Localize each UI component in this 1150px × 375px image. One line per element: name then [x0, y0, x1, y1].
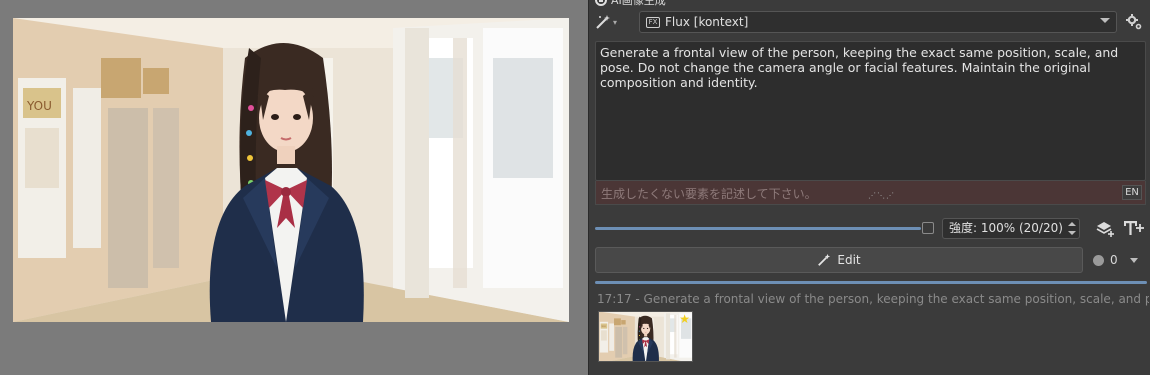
prompt-text: Generate a frontal view of the person, k…	[600, 45, 1119, 90]
add-layer-button[interactable]	[1095, 218, 1117, 238]
flux-model-icon: FX	[646, 16, 660, 28]
chevron-down-icon	[1100, 18, 1110, 23]
canvas-image[interactable]	[13, 18, 569, 322]
history-entry-text: 17:17 - Generate a frontal view of the p…	[597, 292, 1149, 306]
history-thumbnail[interactable]: ★	[598, 311, 693, 362]
generation-progress-bar	[595, 281, 1147, 284]
spin-arrows-icon[interactable]	[1068, 221, 1077, 236]
edit-button[interactable]: Edit	[595, 247, 1083, 273]
model-row: ▾ FX Flux [kontext]	[595, 11, 1147, 33]
prompt-textarea[interactable]: Generate a frontal view of the person, k…	[595, 41, 1146, 181]
add-layer-icon	[1096, 222, 1114, 237]
seed-dot-icon	[1093, 254, 1104, 266]
magic-wand-icon	[596, 15, 610, 29]
strength-spinbox[interactable]: 強度: 100% (20/20)	[942, 218, 1080, 239]
edit-button-label: Edit	[837, 253, 861, 267]
magic-wand-icon	[818, 253, 831, 266]
model-select[interactable]: FX Flux [kontext]	[639, 11, 1117, 33]
wand-menu-button[interactable]: ▾	[595, 12, 625, 32]
strength-value: 強度: 100% (20/20)	[949, 221, 1063, 235]
settings-gear-icon	[1126, 14, 1142, 30]
chevron-down-icon	[1129, 257, 1138, 263]
chevron-down-icon: ▾	[613, 17, 618, 27]
seed-selector[interactable]: 0	[1093, 251, 1138, 269]
negative-prompt-placeholder: 生成したくない要素を記述して下さい。	[601, 187, 817, 201]
strength-slider-track[interactable]	[595, 227, 921, 230]
schoolgirl-photo	[13, 18, 569, 322]
panel-header: AI画像生成	[595, 0, 666, 7]
seed-value: 0	[1110, 253, 1118, 267]
canvas-area[interactable]	[0, 0, 588, 375]
panel-title: AI画像生成	[611, 0, 666, 7]
strength-row: 強度: 100% (20/20)	[595, 217, 1147, 239]
add-text-button[interactable]	[1123, 218, 1145, 238]
settings-button[interactable]	[1125, 13, 1143, 31]
add-text-icon	[1124, 221, 1144, 235]
ai-generate-icon	[595, 0, 607, 6]
edit-row: Edit 0	[595, 247, 1147, 273]
app-window: AI画像生成 ▾ FX Flux [kontext] Generate a fr…	[0, 0, 1150, 375]
strength-slider-handle[interactable]	[922, 222, 934, 234]
star-icon[interactable]: ★	[679, 313, 690, 325]
resize-handle-icon[interactable]: ⋰⋱⋰	[868, 192, 895, 200]
negative-prompt-input[interactable]: 生成したくない要素を記述して下さい。 ⋰⋱⋰ EN	[595, 181, 1146, 205]
model-select-value: Flux [kontext]	[665, 15, 749, 29]
ai-generation-panel: AI画像生成 ▾ FX Flux [kontext] Generate a fr…	[588, 0, 1150, 375]
language-toggle[interactable]: EN	[1122, 185, 1142, 200]
